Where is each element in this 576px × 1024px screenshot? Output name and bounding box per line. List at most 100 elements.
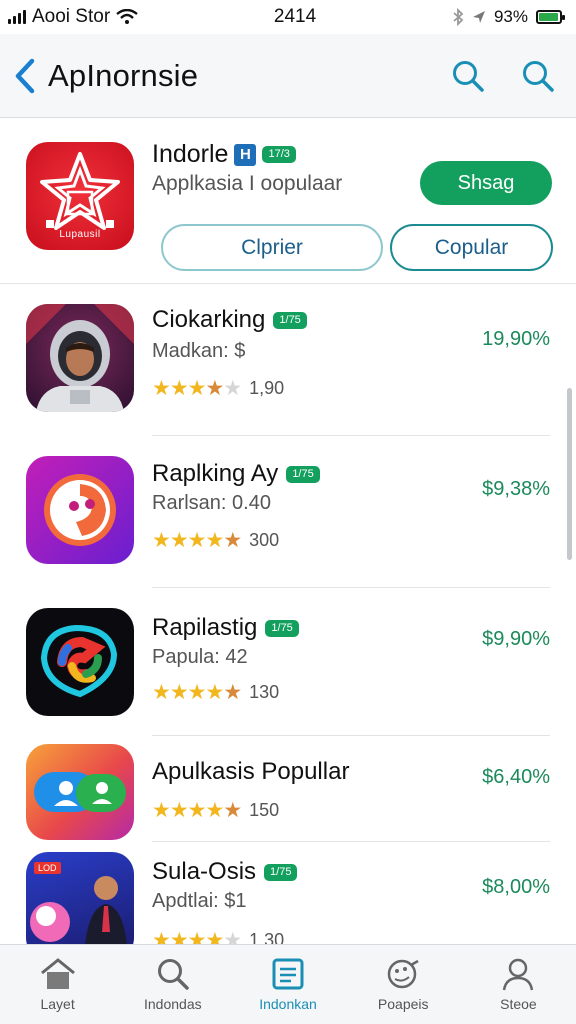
app-price: 19,90% (482, 328, 550, 350)
list-item[interactable]: Rapilastig 1/75 Papula: 42 ★★★★★ 130 $9,… (0, 588, 576, 736)
star-icon: ★ (187, 929, 207, 944)
app-title-row: Sula-Osis 1/75 (152, 858, 298, 886)
search-icon (523, 60, 554, 92)
status-left: Aooi Stor (8, 6, 138, 28)
app-name: Sula-Osis (152, 858, 257, 885)
tab-label: Indonkan (259, 996, 317, 1012)
app-icon-chat (26, 456, 134, 564)
share-button[interactable]: Shsag (420, 161, 552, 205)
app-name: Rapilastig (152, 614, 258, 641)
search-button[interactable] (448, 56, 488, 96)
app-rating: ★★★★★ 300 (152, 528, 279, 553)
app-price: $9,90% (482, 628, 550, 650)
show-label: LOD (34, 862, 61, 874)
back-button[interactable] (14, 54, 44, 98)
featured-icon-label: Lupausil (59, 229, 101, 240)
star-icon: ★ (152, 377, 171, 400)
star-icon: ★ (152, 529, 171, 552)
star-icon: ★ (223, 681, 242, 704)
rating-count: 130 (249, 682, 280, 702)
location-icon (472, 11, 485, 23)
star-rating-icon: ★★★★★ (152, 928, 242, 944)
star-rating-icon: ★★★★★ (152, 376, 242, 401)
tab-search[interactable]: Indondas (115, 945, 230, 1024)
tab-list[interactable]: Indonkan (230, 945, 345, 1024)
page-title: ApInornsie (48, 57, 199, 93)
star-icon: ★ (205, 681, 224, 704)
star-icon: ★ (205, 929, 224, 944)
star-icon: ★ (187, 799, 207, 822)
category-pill-1[interactable]: Clprier (161, 224, 383, 271)
app-rating: ★★★★★ 130 (152, 680, 279, 705)
app-name: Ciokarking (152, 306, 266, 333)
bluetooth-icon (453, 8, 464, 26)
rating-count: 1.30 (249, 930, 285, 944)
app-tag: 1/75 (273, 311, 307, 329)
list-item[interactable]: Apulkasis Popullar ★★★★★ 150 $6,40% (0, 736, 576, 842)
tab-games[interactable]: Poapeis (346, 945, 461, 1024)
star-icon: ★ (187, 529, 207, 552)
app-name: Raplking Ay (152, 460, 279, 487)
app-price: $9,38% (482, 478, 550, 500)
search-icon (453, 60, 484, 92)
featured-app-icon[interactable]: Lupausil (26, 142, 134, 250)
chat-bubble-icon (44, 474, 116, 546)
tab-home[interactable]: Layet (0, 945, 115, 1024)
back-chevron-icon (15, 58, 35, 93)
navigation-bar: ApInornsie (0, 34, 576, 118)
featured-app: Lupausil Indorle H 17/3 Applkasia I oopu… (0, 118, 576, 284)
app-title-row: Rapilastig 1/75 (152, 614, 299, 642)
app-title-row: Raplking Ay 1/75 (152, 460, 320, 488)
featured-title-row: Indorle H 17/3 (152, 140, 296, 169)
profile-icon (503, 958, 534, 991)
app-rating: ★★★★★ 1.30 (152, 928, 284, 944)
app-subtitle: Rarlsan: 0.40 (152, 492, 271, 514)
wifi-icon (116, 9, 138, 24)
astronaut-icon (26, 304, 134, 412)
search-button-secondary[interactable] (518, 56, 558, 96)
app-icon-astronaut (26, 304, 134, 412)
list-item[interactable]: LOD Sula-Osis 1/75 Apdtlai: $1 ★★★★★ 1.3… (0, 842, 576, 944)
star-icon: ★ (169, 929, 189, 944)
app-subtitle: Papula: 42 (152, 646, 248, 668)
scrollbar[interactable] (567, 388, 572, 560)
battery-icon (536, 10, 565, 24)
carrier-label: Aooi Stor (32, 6, 111, 27)
featured-subtitle: Applkasia I oopulaar (152, 172, 343, 195)
nav-actions (448, 56, 562, 96)
rating-count: 1,90 (249, 378, 285, 398)
category-pill-2[interactable]: Copular (390, 224, 553, 271)
star-icon: ★ (205, 799, 224, 822)
status-time: 2414 (273, 6, 317, 27)
app-icon-contacts (26, 744, 134, 840)
status-bar: Aooi Stor 2414 93% (0, 0, 576, 34)
star-rating-icon: ★★★★★ (152, 528, 242, 553)
tab-label: Layet (40, 996, 75, 1012)
list-item[interactable]: Raplking Ay 1/75 Rarlsan: 0.40 ★★★★★ 300… (0, 436, 576, 588)
contacts-bubble-icon (34, 772, 126, 812)
star-icon: ★ (205, 377, 224, 400)
star-icon: ★ (169, 529, 189, 552)
star-icon: ★ (152, 799, 171, 822)
star-icon: ★ (152, 681, 171, 704)
app-subtitle: Madkan: $ (152, 340, 246, 362)
app-tag: 1/75 (265, 619, 299, 637)
app-tag: 1/75 (286, 465, 320, 483)
search-icon (157, 959, 189, 990)
app-icon-show: LOD (26, 852, 134, 944)
star-icon: ★ (223, 377, 242, 400)
featured-app-name: Indorle (152, 140, 229, 168)
app-title-row: Ciokarking 1/75 (152, 306, 307, 334)
tab-profile[interactable]: Steoe (461, 945, 576, 1024)
star-icon: ★ (223, 529, 242, 552)
app-rating: ★★★★★ 150 (152, 798, 279, 823)
app-rating: ★★★★★ 1,90 (152, 376, 284, 401)
battery-percent: 93% (493, 7, 528, 26)
list-item[interactable]: Ciokarking 1/75 Madkan: $ ★★★★★ 1,90 19,… (0, 284, 576, 436)
featured-badge: H (234, 143, 257, 166)
star-rating-icon: ★★★★★ (152, 798, 242, 823)
star-icon: ★ (187, 681, 207, 704)
signal-icon (8, 10, 26, 24)
status-right: 93% (452, 7, 565, 27)
app-name: Apulkasis Popullar (152, 758, 350, 785)
